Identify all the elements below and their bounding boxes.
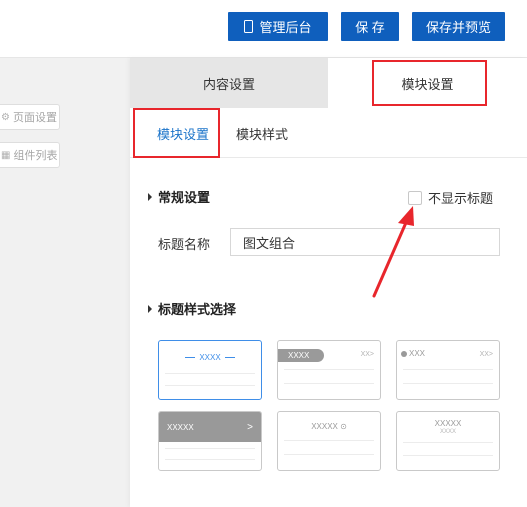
- page-settings-label: 页面设置: [12, 112, 57, 124]
- preview-button-label: 保存并预览: [425, 20, 491, 35]
- card-preview-text: XXXXX ⊙: [311, 422, 347, 431]
- subtab-module-style[interactable]: 模块样式: [236, 108, 288, 158]
- title-style-option-6[interactable]: XXXXX XXXX: [396, 411, 500, 471]
- admin-button[interactable]: 管理后台: [228, 12, 328, 41]
- card-more-text: XX>: [360, 351, 374, 358]
- card-preview-text: XXXX: [199, 352, 221, 362]
- page-settings-button[interactable]: ⚙ 页面设置: [0, 104, 60, 130]
- title-name-input[interactable]: [230, 228, 500, 256]
- left-sidebar: ⚙ 页面设置 ▦ 组件列表: [0, 58, 130, 507]
- card-preview-header: XXXXX XXXX: [397, 419, 499, 437]
- tab-module-settings-label: 模块设置: [401, 76, 454, 92]
- tab-content-settings[interactable]: 内容设置: [130, 58, 328, 108]
- panel-tabs: 内容设置 模块设置: [130, 58, 527, 108]
- title-style-heading[interactable]: 标题样式选择: [148, 299, 236, 318]
- card-preview-subtext: XXXX: [439, 429, 456, 435]
- gear-icon: ⚙: [1, 111, 10, 123]
- general-settings-label: 常规设置: [158, 190, 211, 205]
- title-style-option-1[interactable]: XXXX: [158, 340, 262, 400]
- card-preview-text: XXXXX: [434, 419, 462, 428]
- card-preview-header: XXXXX >: [159, 412, 261, 442]
- admin-button-label: 管理后台: [259, 20, 312, 35]
- title-style-option-4[interactable]: XXXXX >: [158, 411, 262, 471]
- subtab-module-settings[interactable]: 模块设置: [152, 108, 214, 158]
- title-style-option-2[interactable]: XXXX XX>: [277, 340, 381, 400]
- card-more-text: XX>: [479, 351, 493, 358]
- component-list-label: 组件列表: [13, 150, 58, 162]
- title-style-label: 标题样式选择: [158, 302, 237, 317]
- general-settings-heading[interactable]: 常规设置: [148, 187, 210, 206]
- title-style-option-3[interactable]: XXX XX>: [396, 340, 500, 400]
- card-preview-header: XXXX: [159, 341, 261, 373]
- subtab-module-settings-label: 模块设置: [156, 126, 209, 142]
- card-preview-text: XXX: [409, 349, 426, 358]
- settings-panel: 内容设置 模块设置 模块设置 模块样式 常规设置 不显示标题 标题名称 标题样式…: [130, 58, 527, 507]
- title-style-option-5[interactable]: XXXXX ⊙: [277, 411, 381, 471]
- hide-title-checkbox[interactable]: [408, 190, 422, 205]
- mobile-icon: [244, 20, 254, 33]
- card-preview-text: XXXXX: [167, 422, 194, 432]
- card-preview-header: XXX: [401, 349, 425, 358]
- save-button-label: 保 存: [355, 20, 385, 35]
- card-more-text: >: [247, 421, 253, 433]
- hide-title-option[interactable]: 不显示标题: [408, 188, 493, 207]
- caret-right-icon: [148, 304, 152, 313]
- top-toolbar: 管理后台 保 存 保存并预览: [0, 0, 527, 58]
- component-list-button[interactable]: ▦ 组件列表: [0, 142, 60, 168]
- sub-tabs: 模块设置 模块样式: [130, 108, 527, 158]
- save-button[interactable]: 保 存: [341, 12, 399, 41]
- caret-right-icon: [148, 192, 152, 201]
- save-and-preview-button[interactable]: 保存并预览: [412, 12, 505, 41]
- tab-content-settings-label: 内容设置: [202, 76, 255, 92]
- card-preview-text: XXXX: [278, 349, 324, 362]
- hide-title-label: 不显示标题: [428, 191, 494, 206]
- title-name-label: 标题名称: [158, 237, 211, 252]
- tab-module-settings[interactable]: 模块设置: [328, 58, 527, 108]
- grid-icon: ▦: [1, 149, 11, 161]
- subtab-module-style-label: 模块样式: [236, 126, 289, 142]
- dot-icon: [401, 350, 407, 357]
